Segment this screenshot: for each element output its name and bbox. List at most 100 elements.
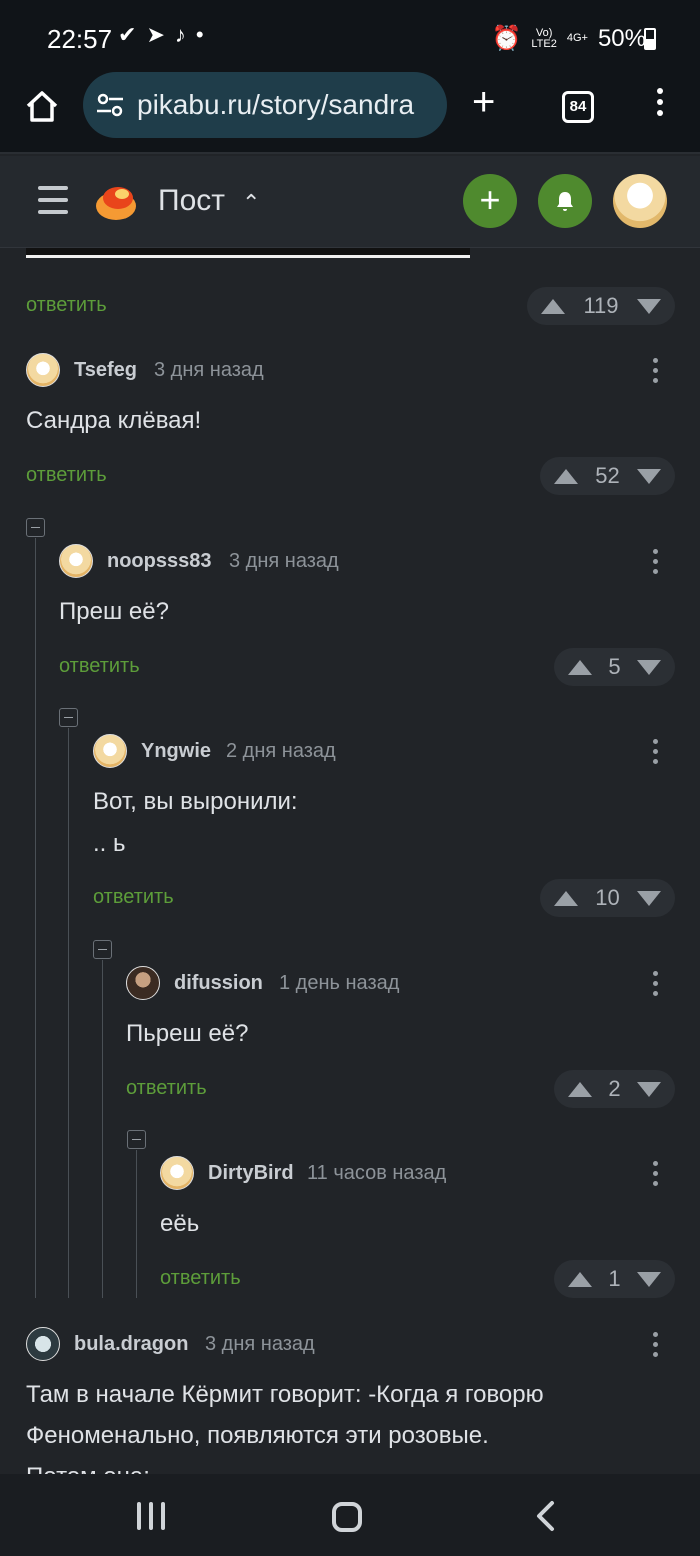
comment-time: 3 дня назад bbox=[229, 550, 339, 572]
rating-value: 119 bbox=[583, 293, 619, 318]
status-bar: 22:57 ✔ ➤ ♪ • ⏰ Vo) LTE2 4G+ 50% bbox=[0, 0, 700, 72]
comments-section: ответить 119 Tsefeg 3 дня назад Сандра к… bbox=[0, 248, 700, 1474]
collapse-thread-button[interactable] bbox=[26, 518, 45, 537]
post-image-bottom bbox=[26, 248, 470, 258]
reply-link[interactable]: ответить bbox=[93, 886, 174, 909]
alarm-icon: ⏰ bbox=[491, 25, 522, 52]
url-text: pikabu.ru/story/sandra bbox=[137, 89, 415, 120]
reply-link[interactable]: ответить bbox=[59, 655, 140, 678]
downvote-icon[interactable] bbox=[636, 298, 661, 314]
reply-link[interactable]: ответить bbox=[26, 464, 107, 487]
avatar[interactable] bbox=[160, 1156, 194, 1190]
dot-icon: • bbox=[195, 22, 204, 47]
add-post-button[interactable]: + bbox=[463, 174, 517, 228]
comment-time: 3 дня назад bbox=[154, 359, 264, 381]
reply-link[interactable]: ответить bbox=[26, 294, 107, 317]
page-title[interactable]: Пост bbox=[158, 184, 225, 218]
telegram-icon: ➤ bbox=[146, 22, 165, 47]
comment-text: Преш её? bbox=[59, 598, 169, 625]
notifications-button[interactable] bbox=[538, 174, 592, 228]
battery-label: 50% bbox=[597, 24, 646, 52]
downvote-icon[interactable] bbox=[637, 1271, 661, 1287]
avatar[interactable] bbox=[26, 1327, 60, 1361]
rating-control: 119 bbox=[527, 287, 675, 325]
comment-menu-icon[interactable] bbox=[651, 1161, 659, 1189]
avatar[interactable] bbox=[93, 734, 127, 768]
rating-value: 2 bbox=[608, 1076, 621, 1101]
rating-control: 10 bbox=[540, 879, 675, 917]
rating-control: 5 bbox=[554, 648, 675, 686]
downvote-icon[interactable] bbox=[636, 468, 661, 484]
rating-value: 10 bbox=[595, 885, 620, 910]
rating-control: 1 bbox=[554, 1260, 675, 1298]
comment-text-line: Вот, вы выронили: bbox=[93, 788, 298, 815]
downvote-icon[interactable] bbox=[637, 1081, 661, 1097]
upvote-icon[interactable] bbox=[568, 659, 592, 675]
upvote-icon[interactable] bbox=[541, 298, 565, 314]
network-label: Vo) LTE2 bbox=[531, 26, 557, 50]
recent-apps-button[interactable] bbox=[137, 1502, 165, 1530]
comment-text-line: Потом она: bbox=[26, 1457, 150, 1474]
comment-author[interactable]: Yngwie bbox=[141, 740, 211, 763]
downvote-icon[interactable] bbox=[637, 659, 661, 675]
rating-control: 52 bbox=[540, 457, 675, 495]
comment-author[interactable]: bula.dragon bbox=[74, 1333, 188, 1356]
avatar[interactable] bbox=[126, 966, 160, 1000]
comment-text: Пьреш её? bbox=[126, 1020, 249, 1047]
collapse-thread-button[interactable] bbox=[127, 1130, 146, 1149]
upvote-icon[interactable] bbox=[568, 1081, 592, 1097]
comment-text-line: Там в начале Кёрмит говорит: -Когда я го… bbox=[26, 1381, 544, 1408]
bell-icon bbox=[557, 192, 573, 211]
home-button[interactable] bbox=[332, 1502, 362, 1532]
back-button[interactable] bbox=[534, 1500, 556, 1532]
comment-time: 11 часов назад bbox=[307, 1162, 447, 1184]
rating-value: 5 bbox=[608, 654, 621, 679]
thread-line bbox=[68, 728, 69, 1298]
thread-line bbox=[136, 1150, 137, 1298]
menu-icon[interactable] bbox=[38, 186, 68, 214]
browser-toolbar: pikabu.ru/story/sandra + 84 bbox=[0, 72, 700, 154]
system-nav-bar bbox=[0, 1474, 700, 1556]
chevron-up-icon[interactable]: ⌃ bbox=[242, 190, 260, 216]
reply-link[interactable]: ответить bbox=[160, 1267, 241, 1290]
address-bar[interactable]: pikabu.ru/story/sandra bbox=[83, 72, 447, 138]
comment-text: еёь bbox=[160, 1210, 200, 1237]
collapse-thread-button[interactable] bbox=[93, 940, 112, 959]
pikabu-logo[interactable] bbox=[94, 176, 142, 224]
comment-menu-icon[interactable] bbox=[651, 971, 659, 999]
comment-text-line: .. ь bbox=[93, 830, 126, 857]
site-header: Пост ⌃ + bbox=[0, 156, 700, 248]
comment-author[interactable]: Tsefeg bbox=[74, 359, 137, 382]
new-tab-button[interactable]: + bbox=[472, 82, 495, 122]
home-icon[interactable] bbox=[22, 86, 62, 126]
system-icons: ⏰ Vo) LTE2 4G+ 50% bbox=[491, 24, 646, 53]
reply-link[interactable]: ответить bbox=[126, 1077, 207, 1100]
comment-author[interactable]: DirtyBird bbox=[208, 1162, 294, 1185]
site-settings-icon[interactable] bbox=[95, 92, 125, 118]
thread-line bbox=[102, 960, 103, 1298]
comment-menu-icon[interactable] bbox=[651, 1332, 659, 1360]
user-avatar[interactable] bbox=[613, 174, 667, 228]
notification-icons: ✔ ➤ ♪ • bbox=[118, 22, 204, 48]
comment-menu-icon[interactable] bbox=[651, 358, 659, 386]
comment-time: 1 день назад bbox=[279, 972, 400, 994]
thread-line bbox=[35, 538, 36, 1298]
avatar[interactable] bbox=[26, 353, 60, 387]
browser-menu-icon[interactable] bbox=[650, 88, 670, 124]
tab-switcher-button[interactable]: 84 bbox=[562, 91, 594, 123]
comment-author[interactable]: difussion bbox=[174, 972, 263, 995]
avatar[interactable] bbox=[59, 544, 93, 578]
rating-value: 1 bbox=[608, 1266, 621, 1291]
collapse-thread-button[interactable] bbox=[59, 708, 78, 727]
network-4g-label: 4G+ bbox=[566, 32, 588, 44]
comment-author[interactable]: noopsss83 bbox=[107, 550, 211, 573]
battery-icon bbox=[644, 28, 656, 50]
comment-menu-icon[interactable] bbox=[651, 739, 659, 767]
clock: 22:57 bbox=[47, 24, 113, 54]
upvote-icon[interactable] bbox=[568, 1271, 592, 1287]
upvote-icon[interactable] bbox=[554, 468, 578, 484]
downvote-icon[interactable] bbox=[636, 890, 661, 906]
comment-menu-icon[interactable] bbox=[651, 549, 659, 577]
upvote-icon[interactable] bbox=[554, 890, 578, 906]
comment-time: 3 дня назад bbox=[205, 1333, 315, 1355]
